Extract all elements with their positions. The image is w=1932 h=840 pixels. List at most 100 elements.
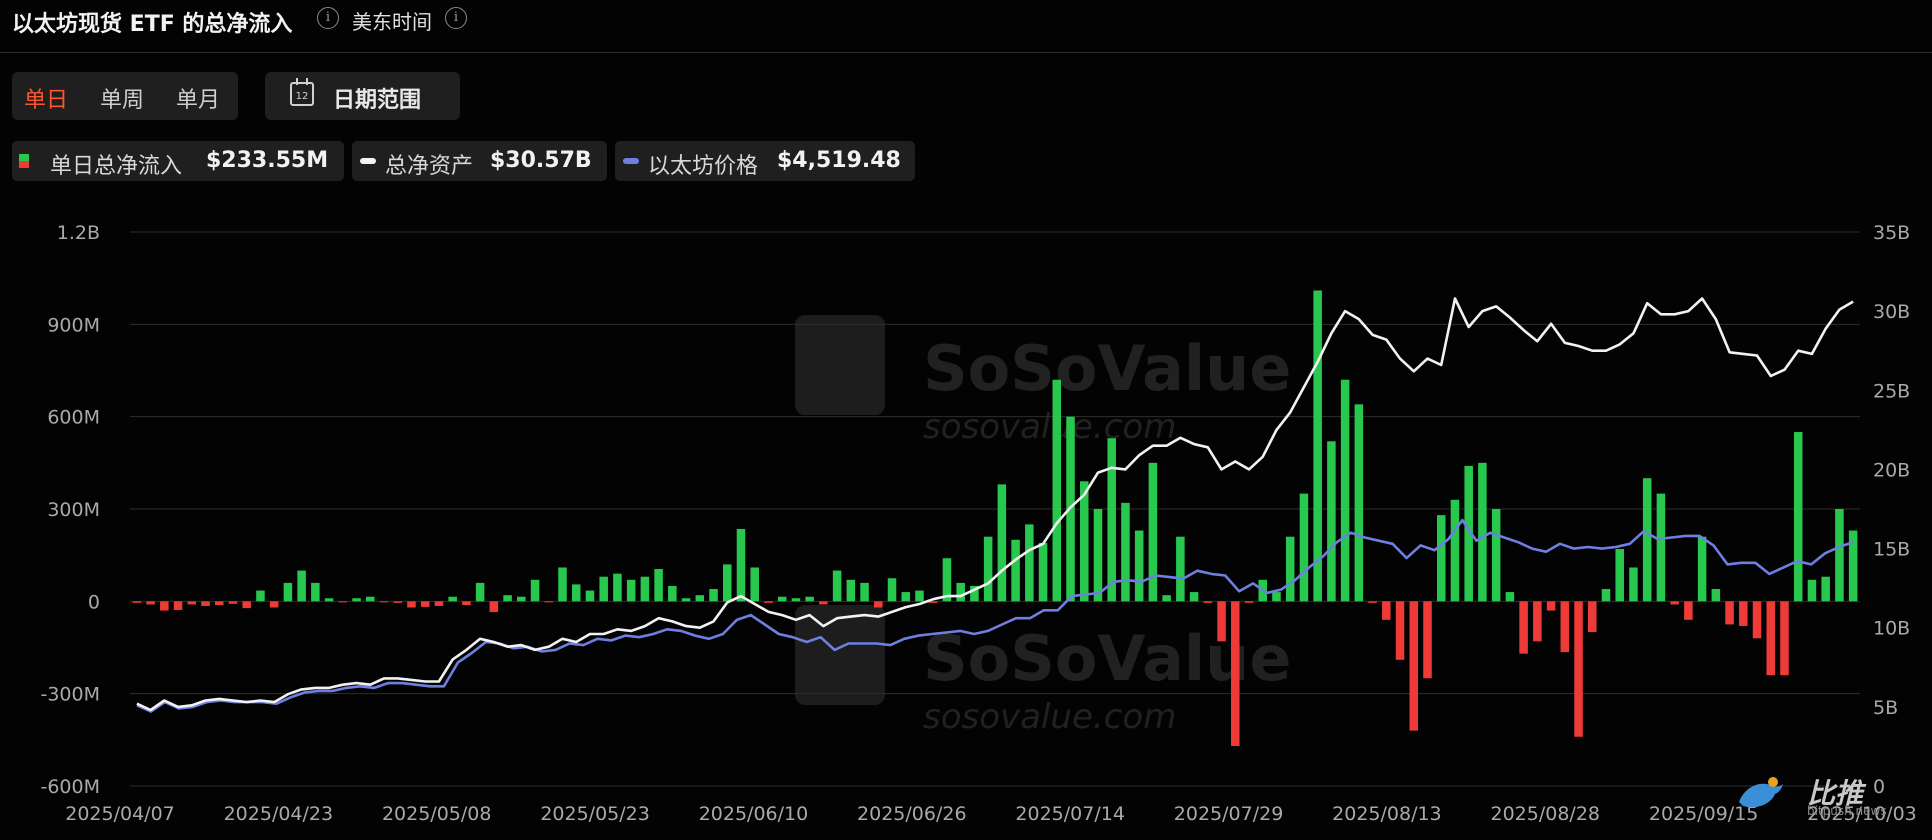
flow-bar — [1711, 589, 1721, 602]
flow-bar — [1560, 601, 1570, 653]
y-left-tick-label: 0 — [88, 591, 100, 613]
flow-bar — [324, 598, 334, 602]
bird-logo-icon — [1739, 777, 1783, 808]
flow-bar — [146, 601, 155, 605]
flow-bar — [1395, 601, 1405, 660]
watermark-domain: sosovalue.com — [923, 407, 1176, 447]
flow-bar — [1478, 462, 1487, 602]
flow-bar — [983, 536, 993, 602]
flow-bar — [1684, 601, 1693, 620]
flow-bar — [1450, 499, 1460, 602]
flow-bar — [1079, 481, 1089, 602]
flow-bar — [420, 601, 430, 607]
flow-bar — [1436, 515, 1446, 602]
flow-bar — [1629, 567, 1638, 602]
flow-bar — [187, 601, 197, 605]
flow-bar — [1588, 601, 1597, 633]
flow-bar — [956, 582, 965, 602]
flow-bar — [311, 582, 320, 602]
flow-bar — [1601, 589, 1611, 602]
flow-bar — [1148, 462, 1158, 602]
bitpush-logo: 比推 bitpush.news — [1735, 770, 1905, 820]
x-tick-label: 2025/06/26 — [857, 803, 967, 825]
flow-bar — [1011, 539, 1020, 602]
flow-bar — [1038, 542, 1048, 602]
flow-bar — [338, 601, 348, 603]
y-right-tick-label: 10B — [1873, 618, 1910, 640]
flow-bar — [805, 596, 814, 602]
flow-bar — [640, 576, 650, 602]
flow-bar — [1821, 576, 1830, 602]
flow-bar — [297, 570, 306, 602]
flow-bar — [269, 601, 279, 608]
flow-bar — [654, 569, 663, 602]
flow-bar — [503, 595, 512, 602]
flow-bar — [1285, 536, 1295, 602]
flow-bar — [366, 596, 375, 602]
flow-bar — [1780, 601, 1789, 676]
flow-bar — [915, 590, 924, 602]
brand-domain: bitpush.news — [1807, 804, 1887, 818]
flow-bar — [558, 567, 567, 602]
x-tick-label: 2025/04/07 — [65, 803, 175, 825]
flow-bar — [1189, 592, 1199, 602]
flow-bar — [1615, 549, 1624, 602]
flow-bar — [1793, 432, 1803, 602]
x-tick-label: 2025/07/14 — [1015, 803, 1125, 825]
watermark-brand: SoSoValue — [923, 332, 1291, 405]
flow-bar — [1697, 536, 1707, 602]
flow-bar — [283, 582, 293, 602]
flow-bar — [791, 598, 801, 602]
x-tick-label: 2025/05/08 — [382, 803, 492, 825]
y-right-tick-label: 5B — [1873, 697, 1898, 719]
flow-bar — [668, 585, 677, 602]
flow-bar — [1835, 509, 1844, 602]
x-tick-label: 2025/06/10 — [699, 803, 809, 825]
x-tick-label: 2025/08/28 — [1491, 803, 1601, 825]
flow-bar — [214, 601, 224, 606]
flow-bar — [201, 601, 210, 606]
flow-bar — [1272, 592, 1281, 602]
flow-bar — [517, 596, 526, 602]
flow-bar — [1656, 493, 1666, 602]
flow-bar — [1423, 601, 1432, 679]
flow-bar — [1807, 579, 1817, 602]
flow-bar — [585, 590, 595, 602]
flow-bar — [1519, 601, 1528, 654]
flow-bar — [1052, 379, 1062, 602]
flow-bar — [1766, 601, 1776, 676]
flow-bar — [1670, 601, 1679, 605]
flow-bar — [228, 601, 238, 604]
flow-bar — [1533, 601, 1542, 642]
flow-bar — [475, 582, 485, 602]
flow-bar — [1203, 601, 1213, 603]
flow-bar — [1313, 290, 1322, 602]
flow-bar — [613, 573, 622, 602]
flow-bar — [434, 601, 444, 606]
flow-bar — [709, 589, 718, 602]
flow-bar — [777, 596, 787, 602]
y-right-tick-label: 35B — [1873, 222, 1910, 244]
y-right-tick-label: 15B — [1873, 539, 1910, 561]
flow-bar — [1025, 524, 1034, 602]
flow-bar — [530, 579, 540, 602]
flow-bar — [1752, 601, 1762, 639]
flow-bar — [626, 579, 636, 602]
flow-bar — [1574, 601, 1583, 737]
flow-bar — [393, 601, 402, 603]
flow-bar — [819, 601, 828, 605]
flow-bar — [599, 576, 608, 602]
flow-bar — [1642, 478, 1652, 602]
flow-bar — [860, 582, 869, 602]
flow-bar — [1739, 601, 1748, 626]
flow-bar — [723, 564, 732, 602]
flow-bar — [736, 529, 746, 602]
flow-bar — [352, 598, 361, 602]
flow-bar — [1244, 601, 1254, 603]
y-left-tick-label: -300M — [40, 684, 100, 706]
etf-flow-chart[interactable]: SoSoValuesosovalue.comSoSoValuesosovalue… — [0, 0, 1932, 840]
x-tick-label: 2025/07/29 — [1174, 803, 1284, 825]
flow-bar — [1546, 601, 1556, 611]
flow-bar — [1231, 601, 1240, 746]
flow-bar — [1354, 404, 1364, 602]
